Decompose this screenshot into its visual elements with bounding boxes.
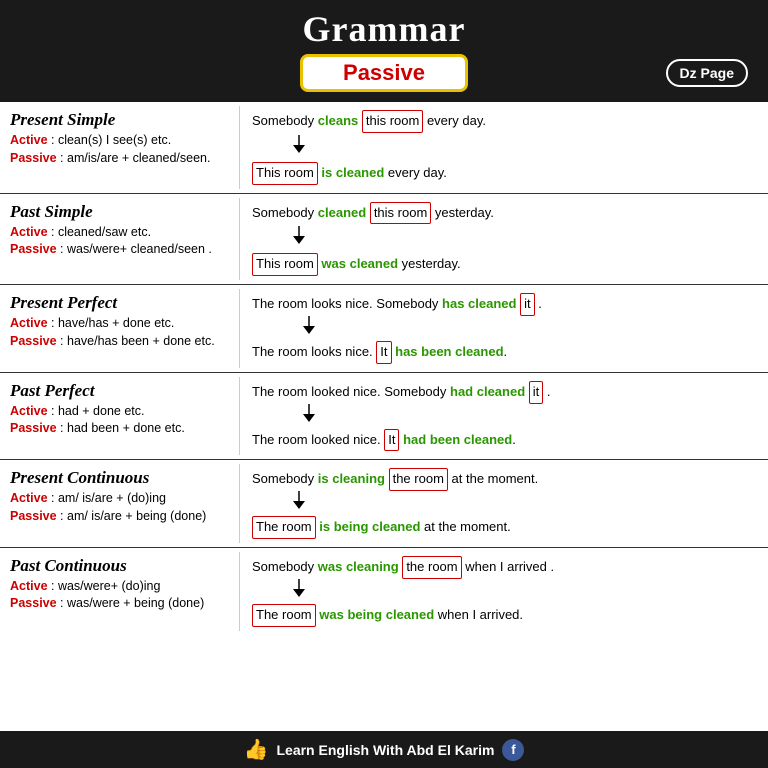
right-col-present-perfect: The room looks nice. Somebody has cleane… — [240, 289, 768, 368]
example-passive-past-perfect: The room looked nice. It had been cleane… — [252, 429, 756, 452]
passive-label: Passive — [343, 60, 425, 85]
section-title-past-simple: Past Simple — [10, 202, 231, 222]
left-col-present-perfect: Present Perfect Active : have/has + done… — [0, 289, 240, 368]
example-passive-present-continuous: The room is being cleaned at the moment. — [252, 516, 756, 539]
right-col-past-perfect: The room looked nice. Somebody had clean… — [240, 377, 768, 456]
example-active-past-simple: Somebody cleaned this room yesterday. — [252, 202, 756, 225]
footer-text: Learn English With Abd El Karim — [276, 742, 494, 758]
page-wrapper: Grammar Passive Dz Page Present Simple A… — [0, 0, 768, 768]
passive-line-present-simple: Passive : am/is/are + cleaned/seen. — [10, 150, 231, 168]
example-passive-present-simple: This room is cleaned every day. — [252, 162, 756, 185]
header: Grammar Passive Dz Page — [0, 0, 768, 102]
section-title-present-perfect: Present Perfect — [10, 293, 231, 313]
left-col-present-simple: Present Simple Active : clean(s) I see(s… — [0, 106, 240, 189]
active-line-present-simple: Active : clean(s) I see(s) etc. — [10, 132, 231, 150]
example-passive-past-simple: This room was cleaned yesterday. — [252, 253, 756, 276]
facebook-icon: f — [502, 739, 524, 761]
example-active-past-continuous: Somebody was cleaning the room when I ar… — [252, 556, 756, 579]
passive-line-present-continuous: Passive : am/ is/are + being (done) — [10, 508, 231, 526]
passive-line-present-perfect: Passive : have/has been + done etc. — [10, 333, 231, 351]
example-passive-present-perfect: The room looks nice. It has been cleaned… — [252, 341, 756, 364]
section-past-perfect: Past Perfect Active : had + done etc. Pa… — [0, 373, 768, 461]
right-col-present-continuous: Somebody is cleaning the room at the mom… — [240, 464, 768, 543]
content-area: Present Simple Active : clean(s) I see(s… — [0, 102, 768, 731]
active-line-present-perfect: Active : have/has + done etc. — [10, 315, 231, 333]
passive-line-past-continuous: Passive : was/were + being (done) — [10, 595, 231, 613]
active-line-past-simple: Active : cleaned/saw etc. — [10, 224, 231, 242]
left-col-present-continuous: Present Continuous Active : am/ is/are +… — [0, 464, 240, 543]
right-col-past-continuous: Somebody was cleaning the room when I ar… — [240, 552, 768, 631]
example-passive-past-continuous: The room was being cleaned when I arrive… — [252, 604, 756, 627]
section-title-present-simple: Present Simple — [10, 110, 231, 130]
passive-badge-row: Passive Dz Page — [0, 50, 768, 98]
example-active-present-perfect: The room looks nice. Somebody has cleane… — [252, 293, 756, 316]
left-col-past-continuous: Past Continuous Active : was/were+ (do)i… — [0, 552, 240, 631]
passive-line-past-simple: Passive : was/were+ cleaned/seen . — [10, 241, 231, 259]
section-present-continuous: Present Continuous Active : am/ is/are +… — [0, 460, 768, 548]
dz-page-badge: Dz Page — [666, 59, 748, 87]
right-col-past-simple: Somebody cleaned this room yesterday. Th… — [240, 198, 768, 281]
section-title-past-continuous: Past Continuous — [10, 556, 231, 576]
passive-line-past-perfect: Passive : had been + done etc. — [10, 420, 231, 438]
right-col-present-simple: Somebody cleans this room every day. Thi… — [240, 106, 768, 189]
thumbs-up-icon: 👍 — [244, 737, 269, 762]
section-present-perfect: Present Perfect Active : have/has + done… — [0, 285, 768, 373]
active-line-past-continuous: Active : was/were+ (do)ing — [10, 578, 231, 596]
footer: 👍 Learn English With Abd El Karim f — [0, 731, 768, 768]
left-col-past-perfect: Past Perfect Active : had + done etc. Pa… — [0, 377, 240, 456]
example-active-present-continuous: Somebody is cleaning the room at the mom… — [252, 468, 756, 491]
active-line-present-continuous: Active : am/ is/are + (do)ing — [10, 490, 231, 508]
example-active-past-perfect: The room looked nice. Somebody had clean… — [252, 381, 756, 404]
passive-badge: Passive — [300, 54, 468, 92]
section-present-simple: Present Simple Active : clean(s) I see(s… — [0, 102, 768, 194]
section-title-past-perfect: Past Perfect — [10, 381, 231, 401]
active-line-past-perfect: Active : had + done etc. — [10, 403, 231, 421]
page-title: Grammar — [0, 8, 768, 50]
section-title-present-continuous: Present Continuous — [10, 468, 231, 488]
section-past-continuous: Past Continuous Active : was/were+ (do)i… — [0, 548, 768, 635]
example-active-present-simple: Somebody cleans this room every day. — [252, 110, 756, 133]
left-col-past-simple: Past Simple Active : cleaned/saw etc. Pa… — [0, 198, 240, 281]
section-past-simple: Past Simple Active : cleaned/saw etc. Pa… — [0, 194, 768, 286]
